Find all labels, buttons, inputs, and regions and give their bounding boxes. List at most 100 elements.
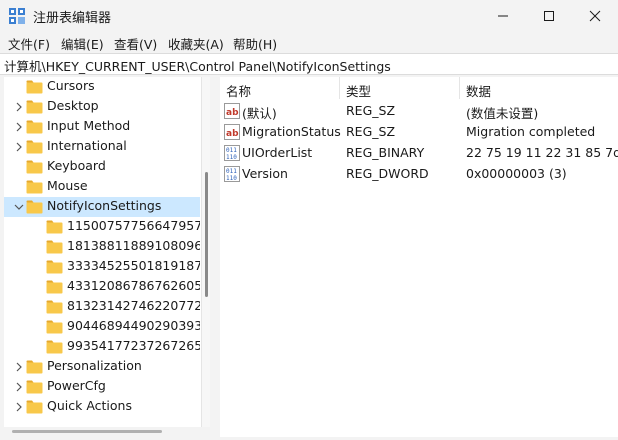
menu-file[interactable]: 文件(F): [8, 34, 50, 53]
tree-key-item[interactable]: Desktop: [4, 97, 200, 117]
key-tree[interactable]: Cursors Desktop Input Method International K…: [4, 77, 202, 427]
tree-key-item[interactable]: Cursors: [4, 77, 200, 97]
tree-subkey-item[interactable]: 9044689449029039394: [4, 317, 200, 337]
folder-icon: [26, 80, 43, 94]
folder-icon: [46, 340, 63, 354]
menu-edit[interactable]: 编辑(E): [61, 34, 104, 53]
folder-icon: [46, 240, 63, 254]
folder-icon: [26, 180, 43, 194]
value-name: MigrationStatus: [242, 124, 341, 139]
folder-icon: [26, 200, 43, 214]
address-bar[interactable]: 计算机\HKEY_CURRENT_USER\Control Panel\Noti…: [0, 53, 618, 75]
tree-key-item[interactable]: Personalization: [4, 357, 200, 377]
tree-key-item[interactable]: Quick Actions: [4, 397, 200, 417]
chevron-right-icon[interactable]: [14, 122, 24, 132]
column-header-data[interactable]: 数据: [460, 77, 618, 99]
chevron-down-icon[interactable]: [14, 202, 24, 212]
tree-item-label: PowerCfg: [47, 378, 106, 393]
value-row[interactable]: 011 110 Version REG_DWORD 0x00000003 (3): [220, 164, 618, 185]
folder-icon: [46, 220, 63, 234]
string-value-icon: ab: [224, 103, 240, 119]
folder-icon: [26, 140, 43, 154]
close-icon: [589, 10, 601, 22]
tree-item-label: Input Method: [47, 118, 131, 133]
regedit-icon: [9, 8, 25, 24]
tree-hscroll-thumb[interactable]: [12, 430, 162, 433]
column-header-name[interactable]: 名称: [220, 77, 340, 99]
svg-text:ab: ab: [226, 108, 239, 118]
value-data: (数值未设置): [466, 106, 539, 121]
tree-item-label: 18138811889108096860: [67, 238, 200, 253]
value-data: 0x00000003 (3): [466, 166, 567, 181]
tree-item-label: 9044689449029039394: [67, 318, 200, 333]
folder-icon: [26, 100, 43, 114]
svg-text:110: 110: [226, 175, 237, 182]
chevron-right-icon[interactable]: [14, 402, 24, 412]
folder-icon: [46, 280, 63, 294]
value-type: REG_SZ: [346, 124, 396, 139]
tree-subkey-item[interactable]: 11500757756647957233: [4, 217, 200, 237]
minimize-button[interactable]: [480, 0, 526, 32]
tree-item-label: Cursors: [47, 78, 95, 93]
tree-key-item[interactable]: NotifyIconSettings: [4, 197, 200, 217]
values-list[interactable]: 名称 类型 数据 ab (默认) REG_SZ (数值未设置) ab Migra…: [220, 77, 618, 437]
minimize-icon: [498, 15, 508, 17]
tree-scrollbar-thumb[interactable]: [205, 172, 208, 297]
tree-subkey-item[interactable]: 3333452550181918702: [4, 257, 200, 277]
tree-item-label: NotifyIconSettings: [47, 198, 162, 213]
menu-favorites[interactable]: 收藏夹(A): [168, 34, 224, 53]
title-bar[interactable]: 注册表编辑器: [0, 0, 618, 32]
value-type: REG_SZ: [346, 103, 396, 118]
tree-item-label: Quick Actions: [47, 398, 132, 413]
tree-key-item[interactable]: Input Method: [4, 117, 200, 137]
tree-subkey-item[interactable]: 9935417723726726571: [4, 337, 200, 357]
tree-item-label: 4331208678676260553: [67, 278, 200, 293]
window-title: 注册表编辑器: [33, 11, 112, 26]
folder-icon: [26, 160, 43, 174]
tree-subkey-item[interactable]: 18138811889108096860: [4, 237, 200, 257]
address-path[interactable]: 计算机\HKEY_CURRENT_USER\Control Panel\Noti…: [4, 56, 391, 75]
column-header-type[interactable]: 类型: [340, 77, 460, 99]
tree-subkey-item[interactable]: 4331208678676260553: [4, 277, 200, 297]
tree-item-label: Desktop: [47, 98, 99, 113]
value-name: Version: [242, 166, 288, 181]
tree-key-item[interactable]: Mouse: [4, 177, 200, 197]
maximize-button[interactable]: [526, 0, 572, 32]
tree-item-label: 11500757756647957233: [67, 218, 200, 233]
value-data: Migration completed: [466, 124, 596, 139]
svg-text:011: 011: [226, 147, 237, 154]
close-button[interactable]: [572, 0, 618, 32]
tree-key-item[interactable]: PowerCfg: [4, 377, 200, 397]
column-header-type-label: 类型: [346, 84, 372, 99]
svg-text:110: 110: [226, 154, 237, 161]
chevron-right-icon[interactable]: [14, 362, 24, 372]
tree-item-label: International: [47, 138, 127, 153]
value-row[interactable]: ab MigrationStatus REG_SZ Migration comp…: [220, 122, 618, 143]
tree-item-label: Mouse: [47, 178, 88, 193]
folder-icon: [26, 380, 43, 394]
value-row[interactable]: ab (默认) REG_SZ (数值未设置): [220, 101, 618, 122]
tree-key-item[interactable]: Keyboard: [4, 157, 200, 177]
menu-bar: 文件(F) 编辑(E) 查看(V) 收藏夹(A) 帮助(H): [0, 32, 618, 52]
binary-value-icon: 011 110: [224, 145, 240, 161]
tree-item-label: 3333452550181918702: [67, 258, 200, 273]
value-type: REG_BINARY: [346, 145, 425, 160]
tree-subkey-item[interactable]: 8132314274622077258: [4, 297, 200, 317]
tree-key-item[interactable]: International: [4, 137, 200, 157]
binary-value-icon: 011 110: [224, 166, 240, 182]
value-type: REG_DWORD: [346, 166, 429, 181]
value-name: UIOrderList: [242, 145, 313, 160]
menu-help[interactable]: 帮助(H): [233, 34, 277, 53]
svg-text:011: 011: [226, 168, 237, 175]
folder-icon: [46, 320, 63, 334]
value-row[interactable]: 011 110 UIOrderList REG_BINARY 22 75 19 …: [220, 143, 618, 164]
chevron-right-icon[interactable]: [14, 102, 24, 112]
menu-view[interactable]: 查看(V): [114, 34, 157, 53]
tree-item-label: Personalization: [47, 358, 142, 373]
svg-text:ab: ab: [226, 129, 239, 139]
folder-icon: [46, 260, 63, 274]
chevron-right-icon[interactable]: [14, 142, 24, 152]
pane-splitter[interactable]: [210, 77, 220, 437]
chevron-right-icon[interactable]: [14, 382, 24, 392]
folder-icon: [46, 300, 63, 314]
